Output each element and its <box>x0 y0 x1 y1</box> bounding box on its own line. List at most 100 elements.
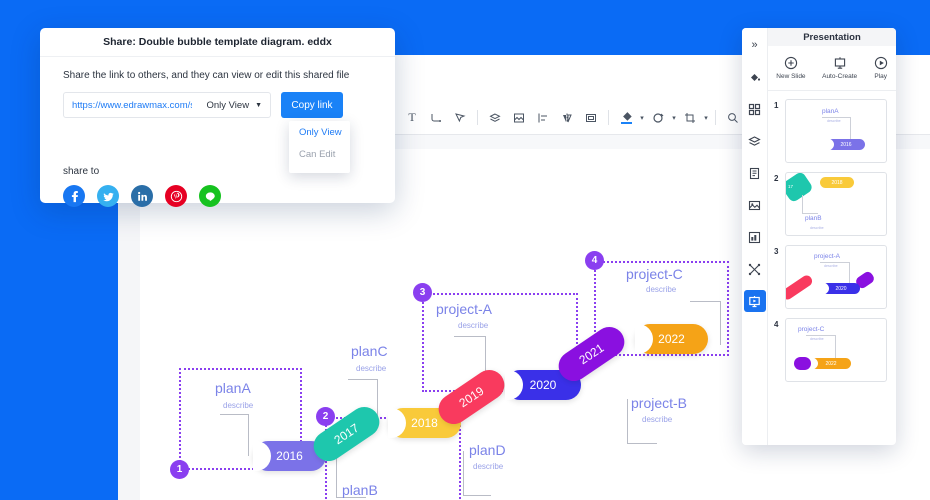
thumb-sub: describe <box>810 226 824 230</box>
presentation-body: Presentation New Slide Auto-Create Play <box>768 28 896 445</box>
pinterest-icon[interactable] <box>165 185 187 207</box>
leader-line <box>690 301 721 302</box>
thumb-leader <box>806 335 835 336</box>
dialog-title: Share: Double bubble template diagram. e… <box>103 36 332 48</box>
milestone-sub-projectB: describe <box>642 415 673 424</box>
leader-line <box>348 379 378 380</box>
play-label: Play <box>874 73 888 80</box>
image-frame-icon[interactable] <box>507 106 531 130</box>
polyline-icon[interactable] <box>424 106 448 130</box>
milestone-sub-planA: describe <box>223 401 254 410</box>
new-slide-button[interactable]: New Slide <box>776 56 806 80</box>
permission-option-can-edit[interactable]: Can Edit <box>289 143 350 165</box>
thumb-extra-label: 17 <box>788 184 794 189</box>
group-badge-2[interactable]: 2 <box>316 407 335 426</box>
slide-thumbnail-1[interactable]: planA describe 2016 <box>785 99 887 163</box>
new-slide-label: New Slide <box>776 73 806 80</box>
permission-select-label: Only View <box>206 99 250 111</box>
dialog-header: Share: Double bubble template diagram. e… <box>40 28 395 57</box>
slide-number: 1 <box>774 101 779 110</box>
play-circle-icon <box>874 56 888 70</box>
fill-bucket-icon[interactable] <box>744 66 766 88</box>
align-left-icon[interactable] <box>531 106 555 130</box>
line-color-icon[interactable] <box>646 106 670 130</box>
slide-item[interactable]: 4 project-C describe 2022 <box>774 318 890 382</box>
facebook-icon[interactable] <box>63 185 85 207</box>
cursor-arrow-icon[interactable] <box>448 106 472 130</box>
milestone-label-planD: planD <box>469 442 506 458</box>
thumb-sub: describe <box>810 337 824 341</box>
twitter-icon[interactable] <box>97 185 119 207</box>
bar-notch <box>388 408 406 438</box>
shuffle-icon[interactable] <box>744 258 766 280</box>
chevron-down-icon[interactable]: ▾ <box>638 106 646 130</box>
slide-thumbnail-2[interactable]: 2018 17 planB describe <box>785 172 887 236</box>
link-row: Only View ▼ Copy link <box>63 92 343 118</box>
thumb-title: planB <box>805 215 822 222</box>
thumb-leader <box>820 262 849 263</box>
social-share-row <box>63 185 221 207</box>
bar-notch <box>253 441 271 471</box>
chevron-down-icon: ▼ <box>255 101 262 109</box>
share-to-label: share to <box>63 166 100 177</box>
chevron-down-icon[interactable]: ▾ <box>702 106 710 130</box>
chart-icon[interactable] <box>744 226 766 248</box>
group-badge-3[interactable]: 3 <box>413 283 432 302</box>
line-icon[interactable] <box>199 185 221 207</box>
slide-item[interactable]: 1 planA describe 2016 <box>774 99 890 163</box>
layers-icon[interactable] <box>744 130 766 152</box>
collapse-chevron-icon[interactable]: » <box>744 34 766 56</box>
auto-create-button[interactable]: Auto-Create <box>822 56 857 80</box>
slide-item[interactable]: 3 project-A describe 2020 <box>774 245 890 309</box>
grid-apps-icon[interactable] <box>744 98 766 120</box>
share-link-input[interactable] <box>64 98 194 112</box>
milestone-label-projectA: project-A <box>436 301 493 317</box>
crop-icon[interactable] <box>678 106 702 130</box>
auto-create-label: Auto-Create <box>822 73 858 80</box>
link-input-group: Only View ▼ <box>63 92 271 118</box>
frame-icon[interactable] <box>579 106 603 130</box>
thumb-shape-purple <box>794 357 811 370</box>
toolbar-divider <box>715 110 716 125</box>
milestone-label-projectB: project-B <box>631 395 688 411</box>
thumb-leader <box>822 117 850 118</box>
fill-color-icon[interactable] <box>614 106 638 130</box>
permission-select[interactable]: Only View ▼ <box>194 100 270 111</box>
group-badge-1[interactable]: 1 <box>170 460 189 479</box>
thumb-leader <box>802 213 818 214</box>
slide-item[interactable]: 2 2018 17 planB describe <box>774 172 890 236</box>
slide-number: 3 <box>774 247 779 256</box>
slide-number: 2 <box>774 174 779 183</box>
permission-option-only-view[interactable]: Only View <box>289 121 350 143</box>
thumb-leader <box>802 195 803 213</box>
group-badge-4[interactable]: 4 <box>585 251 604 270</box>
milestone-sub-projectC: describe <box>646 285 677 294</box>
tool-rail: » <box>742 28 768 445</box>
leader-line <box>463 495 491 496</box>
document-icon[interactable] <box>744 162 766 184</box>
presentation-icon[interactable] <box>743 290 766 312</box>
milestone-label-projectC: project-C <box>626 266 683 282</box>
flip-icon[interactable] <box>555 106 579 130</box>
toolbar-divider <box>477 110 478 125</box>
text-icon[interactable]: T <box>400 106 424 130</box>
slide-thumbnail-3[interactable]: project-A describe 2020 <box>785 245 887 309</box>
play-button[interactable]: Play <box>874 56 888 80</box>
thumb-bar-secondary: 2018 <box>820 177 854 188</box>
presentation-panel: » Presentation New Slide Auto-Create Pla… <box>742 28 896 445</box>
thumb-title: project-A <box>814 253 841 260</box>
image-icon[interactable] <box>744 194 766 216</box>
chevron-down-icon[interactable]: ▾ <box>670 106 678 130</box>
thumb-title: planA <box>822 108 839 115</box>
copy-link-button[interactable]: Copy link <box>281 92 343 118</box>
slide-number: 4 <box>774 320 779 329</box>
layers-icon[interactable] <box>483 106 507 130</box>
linkedin-icon[interactable] <box>131 185 153 207</box>
bar-notch <box>635 324 653 354</box>
thumb-sub: describe <box>824 264 838 268</box>
slide-list[interactable]: 1 planA describe 2016 2 2018 17 planB de… <box>768 91 896 445</box>
leader-line <box>454 336 486 337</box>
milestone-sub-planC: describe <box>356 364 387 373</box>
leader-line <box>627 399 628 443</box>
slide-thumbnail-4[interactable]: project-C describe 2022 <box>785 318 887 382</box>
